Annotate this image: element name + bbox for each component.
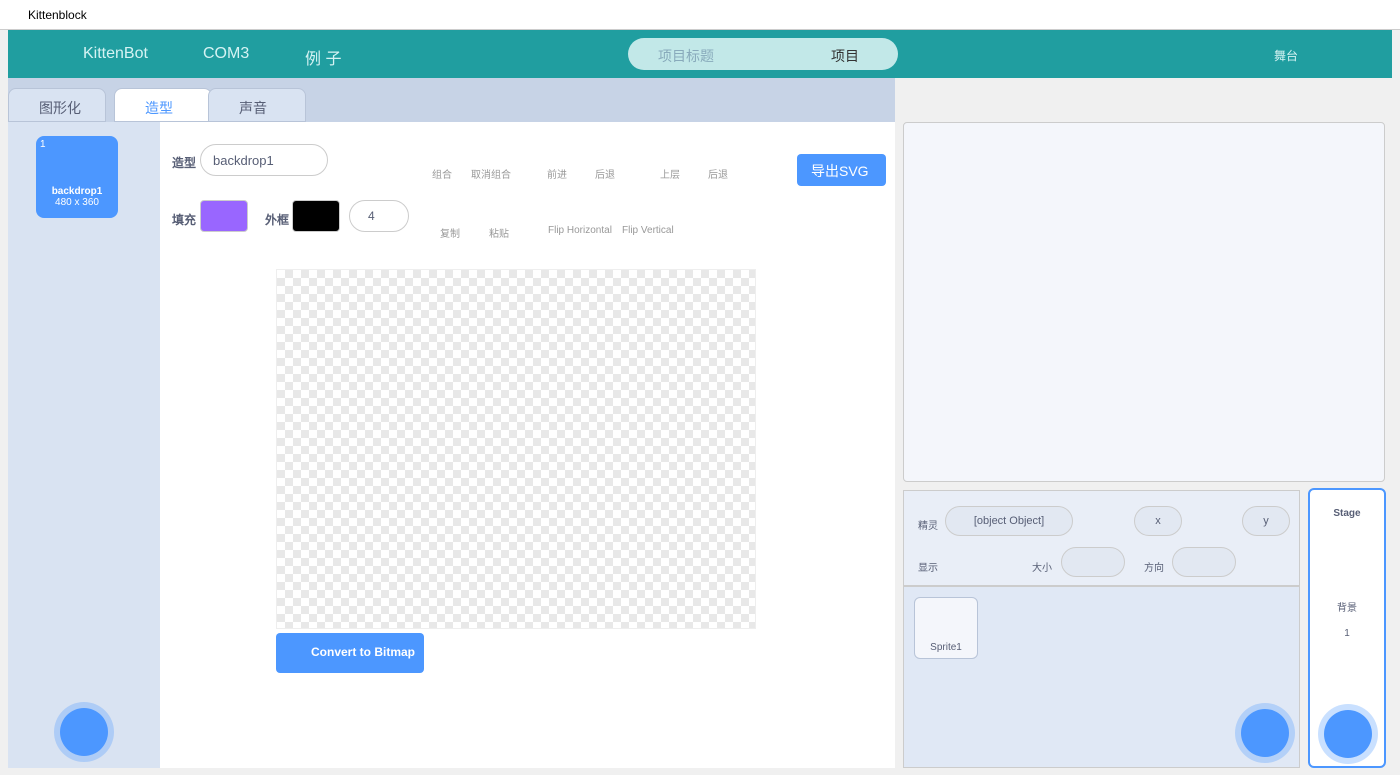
sprite-x-input[interactable]: x bbox=[1134, 506, 1182, 536]
outline-color-swatch[interactable] bbox=[292, 200, 340, 232]
copy-label[interactable]: 复制 bbox=[440, 225, 460, 240]
sprite-item-label: Sprite1 bbox=[930, 642, 962, 653]
ungroup-label[interactable]: 取消组合 bbox=[471, 166, 511, 181]
forward-label[interactable]: 前进 bbox=[547, 166, 567, 181]
costume-name: backdrop1 bbox=[51, 186, 103, 197]
add-costume-button[interactable] bbox=[60, 708, 108, 756]
direction-input[interactable] bbox=[1172, 547, 1236, 577]
costume-list: 1 backdrop1 480 x 360 bbox=[8, 122, 160, 768]
stage-title: Stage bbox=[1333, 508, 1361, 519]
direction-label: 方向 bbox=[1144, 563, 1164, 574]
fill-color-swatch[interactable] bbox=[200, 200, 248, 232]
outline-label: 外框 bbox=[265, 213, 290, 227]
size-label: 大小 bbox=[1032, 563, 1052, 574]
add-backdrop-button[interactable] bbox=[1324, 710, 1372, 758]
group-label[interactable]: 组合 bbox=[432, 166, 452, 181]
tab-code[interactable]: 图形化 bbox=[8, 88, 106, 122]
menu-examples[interactable]: 例 子 bbox=[305, 45, 341, 69]
title-bar: Kittenblock bbox=[0, 0, 1400, 30]
fill-label: 填充 bbox=[172, 213, 197, 227]
paste-label[interactable]: 粘贴 bbox=[489, 225, 509, 240]
tab-bar: 图形化 造型 声音 bbox=[8, 78, 895, 122]
project-title-input[interactable]: 项目标题 项目 bbox=[628, 38, 898, 70]
stage-toggle-label[interactable]: 舞台 bbox=[1274, 47, 1298, 64]
stage-canvas[interactable] bbox=[903, 122, 1385, 482]
window-title: Kittenblock bbox=[28, 8, 87, 22]
project-title-placeholder: 项目标题 bbox=[658, 48, 714, 64]
backdrops-label: 背景 bbox=[1337, 603, 1357, 614]
menu-bar: KittenBot COM3 例 子 项目标题 项目 舞台 bbox=[8, 30, 1392, 78]
costume-index: 1 bbox=[40, 139, 46, 150]
front-label[interactable]: 上层 bbox=[660, 166, 680, 181]
tab-sounds[interactable]: 声音 bbox=[208, 88, 306, 122]
costume-item[interactable]: 1 backdrop1 480 x 360 bbox=[36, 136, 118, 218]
menu-port[interactable]: COM3 bbox=[203, 45, 249, 63]
flip-horizontal-label[interactable]: Flip Horizontal bbox=[548, 225, 612, 236]
sprite-name-input[interactable]: [object Object] bbox=[945, 506, 1073, 536]
sprite-y-input[interactable]: y bbox=[1242, 506, 1290, 536]
paint-editor: 造型 backdrop1 填充 外框 4 组合 取消组合 前进 后退 上层 后退… bbox=[160, 122, 895, 768]
convert-to-bitmap-button[interactable]: Convert to Bitmap bbox=[276, 633, 424, 673]
outline-width-input[interactable]: 4 bbox=[349, 200, 409, 232]
show-label: 显示 bbox=[918, 563, 938, 574]
costume-label: 造型 bbox=[172, 156, 197, 170]
menu-kittenbot[interactable]: KittenBot bbox=[83, 45, 148, 63]
add-sprite-button[interactable] bbox=[1241, 709, 1289, 757]
sprite-list: Sprite1 bbox=[903, 586, 1300, 768]
back-label[interactable]: 后退 bbox=[708, 166, 728, 181]
paint-canvas[interactable] bbox=[276, 269, 756, 629]
costume-name-input[interactable]: backdrop1 bbox=[200, 144, 328, 176]
backward-label[interactable]: 后退 bbox=[595, 166, 615, 181]
sprite-label: 精灵 bbox=[918, 521, 938, 532]
export-svg-button[interactable]: 导出SVG bbox=[797, 154, 886, 186]
flip-vertical-label[interactable]: Flip Vertical bbox=[622, 225, 674, 236]
backdrop-count: 1 bbox=[1344, 628, 1350, 639]
tab-costumes[interactable]: 造型 bbox=[114, 88, 212, 122]
costume-size: 480 x 360 bbox=[55, 197, 99, 208]
sprite-item[interactable]: Sprite1 bbox=[914, 597, 978, 659]
sprite-info-panel: 精灵 [object Object] x y 显示 大小 方向 bbox=[903, 490, 1300, 586]
stage-panel[interactable]: Stage 背景 1 bbox=[1308, 488, 1386, 768]
project-menu[interactable]: 项目 bbox=[831, 46, 859, 66]
size-input[interactable] bbox=[1061, 547, 1125, 577]
